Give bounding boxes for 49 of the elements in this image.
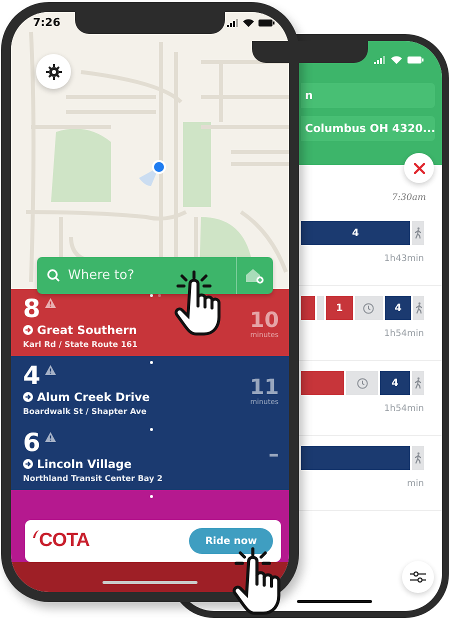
clock-icon [356,378,368,388]
route-card[interactable]: 6 Lincoln Village Northland Transit Center Bay 2 – [11,423,289,490]
sliders-icon [410,571,426,583]
wifi-icon [391,56,402,64]
arrival-minutes: – [268,443,279,465]
status-time: 7:26 [33,16,60,29]
home-add-icon[interactable] [245,267,265,284]
bus-segment: 4 [301,221,410,245]
bus-segment: 1 [326,296,353,320]
route-number: 8 [23,295,40,322]
arrival-minutes: 11 [250,376,279,398]
search-input[interactable]: Where to? [66,267,228,284]
arrow-circle-icon [23,325,33,335]
walking-person-icon [414,302,423,314]
signal-icon [374,56,386,64]
ride-now-button[interactable]: Ride now [189,528,273,554]
settings-icon [46,64,62,80]
stop-name: Boardwalk St / Shapter Ave [23,407,148,416]
route-number: 4 [23,362,40,389]
transfer-segment [317,296,324,320]
departure-time: 7:30am [392,193,426,203]
walking-person-icon [414,377,422,389]
arrival-minutes: 10 [250,309,279,331]
route-destination: Alum Creek Drive [37,390,150,404]
trip-duration: 1h43min [384,254,424,264]
bus-segment: 4 [384,296,412,320]
brand-logo: COTA [39,530,90,552]
route-destination: Great Southern [37,323,137,337]
signal-icon [227,18,239,26]
stop-name: Karl Rd / State Route 161 [23,340,139,349]
stop-name: Northland Transit Center Bay 2 [23,474,164,483]
swoosh-icon [33,530,39,538]
search-icon [47,269,60,282]
trip-duration: min [407,479,424,489]
arrow-circle-icon [23,392,33,402]
trip-duration: 1h54min [384,329,424,339]
clock-icon [363,302,374,314]
search-field[interactable]: Where to? [37,257,273,294]
filter-button[interactable] [402,561,434,593]
bus-segment: 4 [380,371,410,395]
route-number: 6 [23,429,40,456]
walking-person-icon [414,452,422,464]
trip-duration: 1h54min [384,404,424,414]
walking-person-icon [414,227,422,239]
wifi-icon [243,18,254,26]
route-destination: Lincoln Village [37,457,132,471]
arrow-circle-icon [23,459,33,469]
battery-icon [407,56,424,64]
close-icon [414,162,424,174]
